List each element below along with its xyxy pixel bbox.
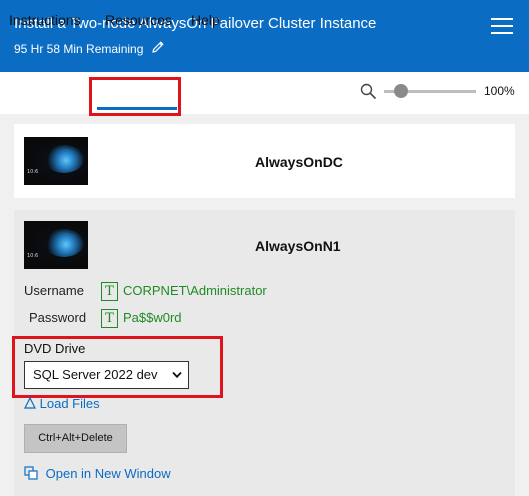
thumbnail-clock: 10:6 [27, 253, 39, 259]
highlight-box-resources-tab [89, 77, 181, 116]
password-value[interactable]: Pa$$w0rd [123, 310, 182, 325]
upload-triangle-icon [24, 396, 36, 409]
tab-instructions[interactable]: Instructions [9, 0, 81, 42]
ctrl-alt-delete-button[interactable]: Ctrl+Alt+Delete [24, 424, 127, 453]
dvd-drive-label: DVD Drive [24, 341, 86, 356]
hamburger-menu-icon[interactable] [491, 18, 513, 36]
tab-resources[interactable]: Resources [105, 0, 172, 42]
search-icon[interactable] [360, 83, 377, 100]
type-text-icon[interactable]: T [101, 309, 118, 328]
vm-name-alwaysondc: AlwaysOnDC [255, 154, 343, 170]
type-text-icon[interactable]: T [101, 282, 118, 301]
tab-bar [0, 72, 529, 114]
open-in-new-window-label: Open in New Window [45, 466, 171, 481]
vm-thumbnail-alwaysonn1[interactable]: 10:6 [24, 221, 88, 269]
load-files-link[interactable]: Load Files [24, 396, 100, 411]
load-files-label: Load Files [39, 396, 100, 411]
time-remaining: 95 Hr 58 Min Remaining [14, 42, 144, 56]
new-window-icon [24, 466, 38, 480]
vm-thumbnail-alwaysondc[interactable]: 10:6 [24, 137, 88, 185]
dvd-drive-selected: SQL Server 2022 dev [33, 367, 158, 382]
open-in-new-window-link[interactable]: Open in New Window [24, 466, 171, 481]
thumbnail-clock: 10:6 [27, 169, 39, 175]
username-value[interactable]: CORPNET\Administrator [123, 283, 267, 298]
zoom-slider-thumb[interactable] [394, 84, 408, 98]
vm-name-alwaysonn1: AlwaysOnN1 [255, 238, 341, 254]
tab-help[interactable]: Help [191, 0, 220, 42]
zoom-value: 100% [484, 84, 515, 98]
username-label: Username [24, 283, 84, 298]
chevron-down-icon [172, 371, 182, 379]
password-label: Password [29, 310, 87, 325]
dvd-drive-select[interactable]: SQL Server 2022 dev [24, 361, 189, 389]
